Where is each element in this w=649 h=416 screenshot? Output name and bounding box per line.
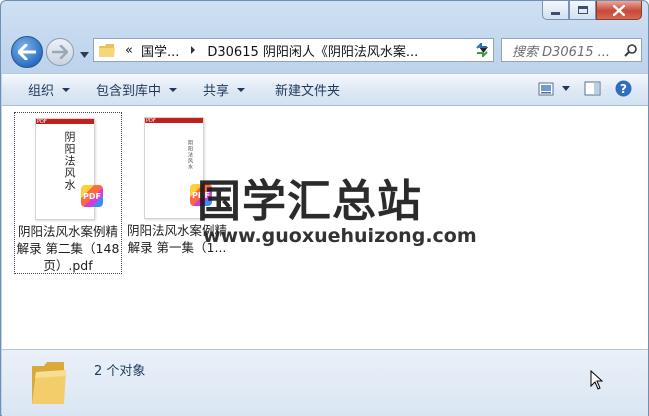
- organize-menu[interactable]: 组织: [20, 73, 78, 106]
- item-count: 2 个对象: [94, 364, 146, 379]
- forward-button[interactable]: [46, 38, 74, 66]
- preview-pane-icon[interactable]: [584, 81, 601, 96]
- back-arrow-icon: [18, 44, 36, 60]
- details-pane: 2 个对象: [2, 349, 648, 416]
- search-box[interactable]: 搜索 D30615 ...: [501, 38, 642, 62]
- thumbnail-title: 阴阳法风水: [63, 131, 76, 191]
- pdf-badge-label: PDF: [83, 191, 101, 201]
- breadcrumb-item[interactable]: D30615 阴阳闲人《阴阳法风水案...: [207, 41, 418, 60]
- view-controls: ?: [538, 80, 632, 97]
- minimize-icon: [551, 11, 560, 15]
- share-label: 共享: [203, 84, 230, 99]
- command-bar: 组织 包含到库中 共享 新建文件夹 ?: [2, 73, 648, 106]
- close-icon: [613, 4, 625, 16]
- new-folder-button[interactable]: 新建文件夹: [267, 73, 348, 106]
- refresh-button[interactable]: [469, 38, 495, 62]
- explorer-window: « 国学... D30615 阴阳闲人《阴阳法风水案... 搜索 D30615 …: [0, 0, 649, 416]
- file-name: 阴阳法风水案例精解录 第二集（148页）.pdf: [16, 224, 120, 273]
- search-icon: [623, 43, 637, 57]
- chevron-down-icon: [237, 87, 246, 92]
- new-folder-label: 新建文件夹: [275, 84, 341, 99]
- close-button[interactable]: [596, 1, 642, 20]
- breadcrumb-overflow[interactable]: «: [125, 43, 133, 58]
- mouse-cursor-icon: [590, 370, 603, 390]
- watermark-title: 国学汇总站: [197, 176, 422, 227]
- recent-pages-button[interactable]: [80, 47, 89, 61]
- help-icon[interactable]: ?: [615, 80, 632, 97]
- folder-icon: [32, 362, 66, 404]
- file-item[interactable]: PDF 阴阳法风水 PDF 阴阳法风水案例精解录 第二集（148页）.pdf: [14, 112, 122, 274]
- thumbnail-header-label: PDF: [37, 119, 47, 125]
- view-icon: [538, 82, 554, 95]
- change-view-button[interactable]: [538, 82, 570, 96]
- search-input[interactable]: 搜索 D30615 ...: [512, 41, 619, 60]
- minimize-button[interactable]: [542, 1, 569, 20]
- address-bar[interactable]: « 国学... D30615 阴阳闲人《阴阳法风水案...: [93, 38, 494, 62]
- include-library-menu[interactable]: 包含到库中: [88, 73, 185, 106]
- breadcrumb-item[interactable]: 国学...: [141, 41, 179, 60]
- maximize-icon: [577, 6, 588, 14]
- chevron-down-icon: [562, 86, 570, 91]
- caption-buttons: [542, 1, 642, 21]
- chevron-down-icon: [62, 87, 71, 92]
- include-library-label: 包含到库中: [96, 84, 162, 99]
- forward-arrow-icon: [52, 45, 68, 59]
- folder-icon: [99, 43, 115, 57]
- search-button[interactable]: [619, 43, 641, 57]
- organize-label: 组织: [28, 84, 55, 99]
- breadcrumb-separator-icon[interactable]: [191, 46, 196, 54]
- chevron-down-icon: [80, 52, 89, 58]
- watermark-url: www.guoxuehuizong.com: [203, 225, 477, 247]
- back-button[interactable]: [11, 36, 43, 68]
- maximize-button[interactable]: [569, 1, 596, 20]
- thumbnail-header-label: PDF: [146, 118, 156, 124]
- chevron-down-icon: [169, 87, 178, 92]
- pdf-app-icon: PDF: [81, 185, 103, 207]
- refresh-icon: [476, 43, 488, 57]
- thumbnail-title: 阴阳法风水: [187, 140, 193, 170]
- svg-text:?: ?: [620, 82, 627, 96]
- share-menu[interactable]: 共享: [195, 73, 253, 106]
